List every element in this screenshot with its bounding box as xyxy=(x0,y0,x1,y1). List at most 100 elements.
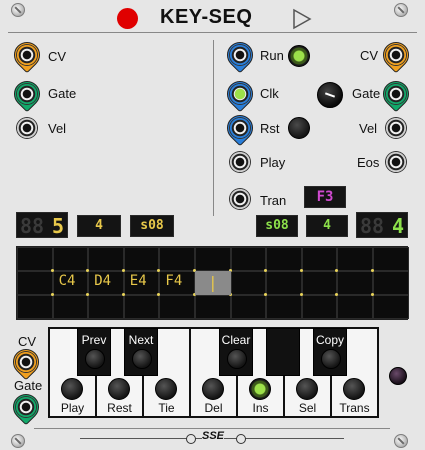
rst-label: Rst xyxy=(260,121,280,136)
copy-label: Copy xyxy=(315,333,344,347)
grid-cell[interactable] xyxy=(159,295,195,319)
right-gate-label: Gate xyxy=(352,86,381,101)
clear-button[interactable] xyxy=(227,349,247,369)
grid-cell[interactable] xyxy=(301,271,338,295)
reset-button[interactable] xyxy=(288,117,310,139)
del-label: Del xyxy=(204,401,223,415)
grid-cell[interactable] xyxy=(266,295,302,319)
gate-output-jack[interactable] xyxy=(14,81,40,107)
run-label: Run xyxy=(260,48,284,63)
grid-cell[interactable] xyxy=(195,247,231,271)
grid-dot xyxy=(121,269,125,272)
grid-cell[interactable] xyxy=(230,247,267,271)
rest-button[interactable] xyxy=(108,378,130,400)
grid-cell[interactable] xyxy=(337,295,373,319)
sel-button[interactable] xyxy=(296,378,318,400)
status-light xyxy=(389,367,407,385)
play-arrow-icon[interactable] xyxy=(292,8,312,30)
right-value-a-display: 4 xyxy=(306,215,348,237)
record-button[interactable] xyxy=(117,8,138,29)
footer-right-ring xyxy=(236,434,246,444)
trans-button[interactable] xyxy=(343,378,365,400)
black-key-copy[interactable]: Copy xyxy=(313,328,347,376)
black-key-prev[interactable]: Prev xyxy=(77,328,111,376)
keyboard-cv-jack[interactable] xyxy=(13,349,39,375)
ins-button[interactable] xyxy=(249,378,271,400)
grid-cell[interactable] xyxy=(230,271,267,295)
sequence-grid[interactable]: C4 D4 E4 F4 | xyxy=(16,246,409,320)
tran-input-jack[interactable] xyxy=(227,186,253,212)
grid-cell[interactable] xyxy=(17,247,53,271)
right-gate-jack[interactable] xyxy=(383,81,409,107)
sequence-note[interactable]: E4 xyxy=(130,273,147,289)
grid-cell[interactable] xyxy=(17,271,53,295)
next-button[interactable] xyxy=(132,349,152,369)
grid-cell[interactable] xyxy=(301,295,338,319)
gate-label: Gate xyxy=(48,86,77,101)
prev-button[interactable] xyxy=(85,349,105,369)
keyboard-gate-label: Gate xyxy=(14,378,43,393)
grid-cell[interactable] xyxy=(373,295,409,319)
grid-dot xyxy=(50,293,54,296)
grid-cell[interactable] xyxy=(88,247,124,271)
right-vel-label: Vel xyxy=(359,121,378,136)
rest-label: Rest xyxy=(107,401,132,415)
tie-label: Tie xyxy=(158,401,175,415)
grid-cell[interactable] xyxy=(301,247,338,271)
grid-cell[interactable] xyxy=(337,271,373,295)
grid-cell[interactable] xyxy=(52,247,89,271)
copy-button[interactable] xyxy=(321,349,341,369)
play-label: Play xyxy=(260,155,286,170)
clock-knob[interactable] xyxy=(317,82,343,108)
run-button[interactable] xyxy=(288,45,310,67)
play-input-jack[interactable] xyxy=(227,149,253,175)
eos-output-jack[interactable] xyxy=(383,149,409,175)
keyboard-cv-label: CV xyxy=(18,334,37,349)
grid-cell[interactable] xyxy=(17,295,53,319)
del-button[interactable] xyxy=(202,378,224,400)
sequence-note[interactable]: D4 xyxy=(94,273,111,289)
rst-input-jack[interactable] xyxy=(227,115,253,141)
next-label: Next xyxy=(128,333,154,347)
left-value-b-display: s08 xyxy=(130,215,174,237)
module-panel: KEY-SEQ CV Gate Vel Run Clk Rst Play Tra… xyxy=(0,0,425,450)
screw-icon xyxy=(394,3,408,17)
grid-cell[interactable] xyxy=(266,247,302,271)
play-step-button[interactable] xyxy=(61,378,83,400)
right-step-count-display: 88 4 xyxy=(356,212,408,238)
black-key-blank[interactable] xyxy=(266,328,300,376)
sequence-note[interactable]: C4 xyxy=(59,273,76,289)
header-divider xyxy=(8,32,417,33)
clear-label: Clear xyxy=(221,333,251,347)
black-key-next[interactable]: Next xyxy=(124,328,158,376)
right-cv-jack[interactable] xyxy=(383,42,409,68)
right-vel-jack[interactable] xyxy=(383,115,409,141)
grid-cell[interactable] xyxy=(88,295,124,319)
section-divider xyxy=(213,40,214,216)
trans-label: Trans xyxy=(339,401,370,415)
grid-cell[interactable] xyxy=(373,271,409,295)
grid-cell[interactable] xyxy=(230,295,267,319)
grid-cell[interactable] xyxy=(159,247,195,271)
grid-cell[interactable] xyxy=(195,295,231,319)
footer-divider-top xyxy=(34,428,390,429)
grid-cell[interactable] xyxy=(123,247,160,271)
run-input-jack[interactable] xyxy=(227,42,253,68)
keyboard-gate-jack[interactable] xyxy=(13,394,39,420)
sequence-note[interactable]: F4 xyxy=(165,273,182,289)
left-step-count-ghost: 88 xyxy=(20,214,45,238)
clk-input-jack[interactable] xyxy=(227,81,253,107)
grid-cell[interactable] xyxy=(52,295,89,319)
cv-output-jack[interactable] xyxy=(14,42,40,68)
brand-logo: SSE xyxy=(202,430,225,442)
grid-cell[interactable] xyxy=(337,247,373,271)
grid-cell[interactable] xyxy=(373,247,409,271)
cv-label: CV xyxy=(48,49,67,64)
vel-output-jack[interactable] xyxy=(14,115,40,141)
grid-cell[interactable] xyxy=(266,271,302,295)
black-key-clear[interactable]: Clear xyxy=(219,328,253,376)
module-title: KEY-SEQ xyxy=(160,6,253,28)
grid-cell[interactable] xyxy=(123,295,160,319)
sequence-cursor[interactable]: | xyxy=(195,271,231,295)
tie-button[interactable] xyxy=(155,378,177,400)
